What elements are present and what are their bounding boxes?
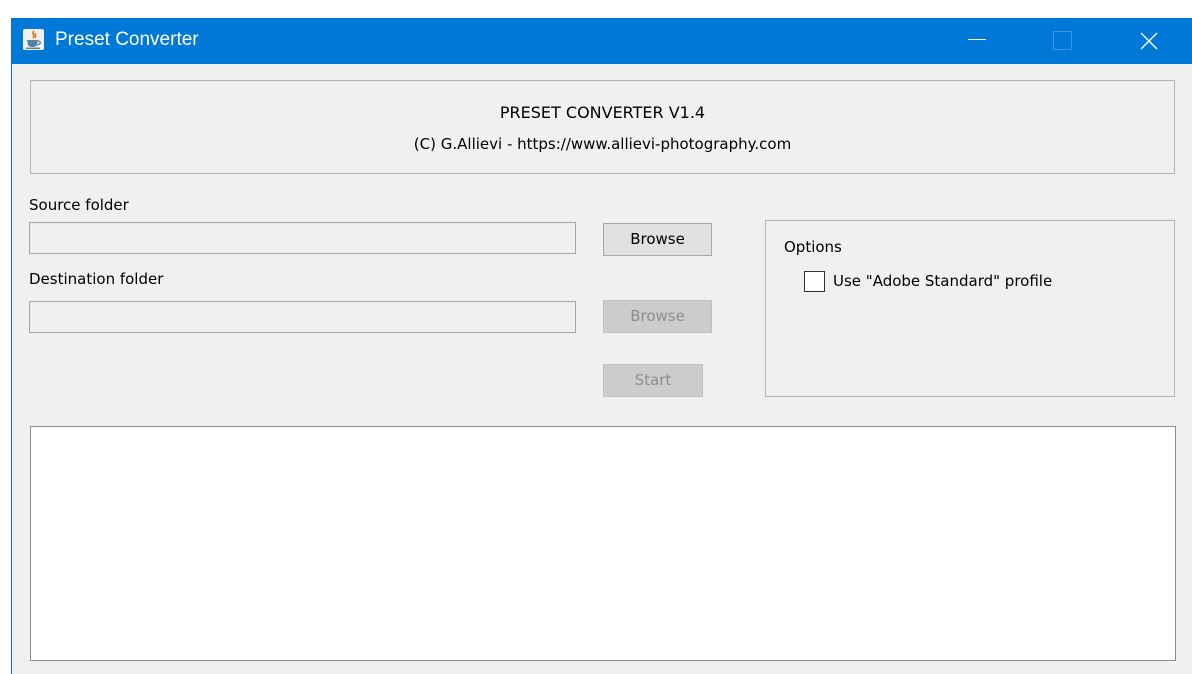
java-cup-icon[interactable] [23,29,44,50]
adobe-standard-checkbox[interactable] [804,270,825,292]
browse-source-button[interactable]: Browse [603,223,712,256]
log-output-area[interactable] [30,426,1176,661]
app-window: Preset Converter PRESET CONVERTER V1.4 (… [11,18,1192,674]
options-panel: Options Use "Adobe Standard" profile [765,220,1175,397]
start-button[interactable]: Start [603,364,703,397]
destination-folder-label: Destination folder [29,270,164,288]
window-title: Preset Converter [55,29,199,50]
title-bar[interactable]: Preset Converter [12,18,1192,64]
source-folder-label: Source folder [29,196,129,214]
source-folder-field[interactable] [29,222,576,254]
destination-folder-field[interactable] [29,301,576,333]
adobe-standard-label[interactable]: Use "Adobe Standard" profile [833,272,1052,290]
copyright-credit: (C) G.Allievi - https://www.allievi-phot… [413,135,792,153]
close-icon[interactable] [1126,18,1172,64]
minimize-icon[interactable] [955,18,1001,64]
maximize-icon[interactable] [1044,18,1090,64]
adobe-standard-option[interactable]: Use "Adobe Standard" profile [804,269,1052,293]
options-heading: Options [784,238,842,256]
browse-destination-button[interactable]: Browse [603,300,712,333]
app-version-title: PRESET CONVERTER V1.4 [499,103,706,122]
header-panel: PRESET CONVERTER V1.4 (C) G.Allievi - ht… [30,80,1175,174]
